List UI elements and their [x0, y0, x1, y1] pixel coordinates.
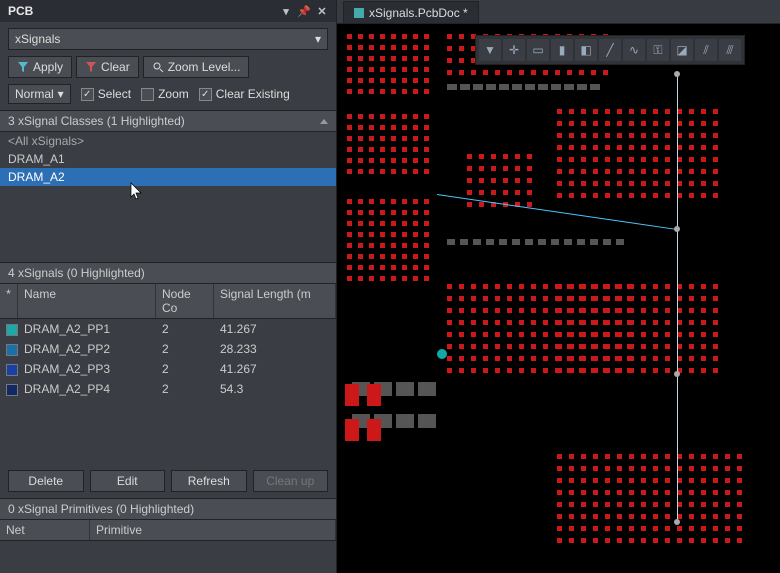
edit-button[interactable]: Edit [90, 470, 166, 492]
pcb-icon [354, 8, 364, 18]
chevron-down-icon: ▾ [315, 32, 321, 46]
collapse-icon[interactable] [320, 119, 328, 124]
signals-columns: * Name Node Co Signal Length (m [0, 284, 336, 319]
filter-icon[interactable]: ▼ [479, 39, 501, 61]
crosshair-icon[interactable]: ✛ [503, 39, 525, 61]
signal-row[interactable]: DRAM_A2_PP2228.233 [0, 339, 336, 359]
classes-header: 3 xSignal Classes (1 Highlighted) [0, 110, 336, 132]
chart1-icon[interactable]: ⫽ [695, 39, 717, 61]
panel-title: PCB [8, 4, 33, 18]
signal-row[interactable]: DRAM_A2_PP3241.267 [0, 359, 336, 379]
pcb-toolbar: ▼✛▭▮◧╱∿⚿◪⫽⫻ [475, 35, 745, 65]
col-primitive[interactable]: Primitive [90, 520, 336, 540]
select-rect-icon[interactable]: ▭ [527, 39, 549, 61]
class-item[interactable]: <All xSignals> [0, 132, 336, 150]
class-item[interactable]: DRAM_A1 [0, 150, 336, 168]
col-net[interactable]: Net [0, 520, 90, 540]
zoom-checkbox[interactable]: Zoom [141, 87, 189, 101]
key-icon[interactable]: ⚿ [647, 39, 669, 61]
clear-button[interactable]: Clear [76, 56, 139, 78]
magnifier-icon [152, 61, 164, 73]
signals-grid: DRAM_A2_PP1241.267DRAM_A2_PP2228.233DRAM… [0, 319, 336, 464]
class-item[interactable]: DRAM_A2 [0, 168, 336, 186]
panel-header: PCB ▾ 📌 ✕ [0, 0, 336, 22]
chevron-down-icon: ▾ [58, 87, 64, 101]
window-icon[interactable]: ◪ [671, 39, 693, 61]
pin-icon[interactable]: 📌 [298, 5, 310, 17]
col-node[interactable]: Node Co [156, 284, 214, 318]
col-length[interactable]: Signal Length (m [214, 284, 336, 318]
primitives-columns: Net Primitive [0, 520, 336, 541]
chart2-icon[interactable]: ⫻ [719, 39, 741, 61]
document-tabs: xSignals.PcbDoc * [337, 0, 780, 24]
route-icon[interactable]: ╱ [599, 39, 621, 61]
mode-select[interactable]: Normal ▾ [8, 84, 71, 104]
primitives-header: 0 xSignal Primitives (0 Highlighted) [0, 498, 336, 520]
funnel-clear-icon [85, 61, 97, 73]
apply-button[interactable]: Apply [8, 56, 72, 78]
primitives-list [0, 541, 336, 573]
wave-icon[interactable]: ∿ [623, 39, 645, 61]
classes-list: <All xSignals>DRAM_A1DRAM_A2 [0, 132, 336, 262]
signals-header: 4 xSignals (0 Highlighted) [0, 262, 336, 284]
signal-row[interactable]: DRAM_A2_PP4254.3 [0, 379, 336, 399]
category-dropdown[interactable]: xSignals ▾ [8, 28, 328, 50]
zoom-level-button[interactable]: Zoom Level... [143, 56, 250, 78]
refresh-button[interactable]: Refresh [171, 470, 247, 492]
select-checkbox[interactable]: Select [81, 87, 131, 101]
col-star[interactable]: * [0, 284, 18, 318]
col-name[interactable]: Name [18, 284, 156, 318]
delete-button[interactable]: Delete [8, 470, 84, 492]
bars-icon[interactable]: ▮ [551, 39, 573, 61]
clear-existing-checkbox[interactable]: Clear Existing [199, 87, 290, 101]
cleanup-button: Clean up [253, 470, 329, 492]
close-icon[interactable]: ✕ [316, 5, 328, 17]
funnel-icon [17, 61, 29, 73]
pcb-canvas[interactable] [337, 24, 780, 573]
chip-icon[interactable]: ◧ [575, 39, 597, 61]
tab-pcbdoc[interactable]: xSignals.PcbDoc * [343, 1, 479, 23]
dropdown-icon[interactable]: ▾ [280, 5, 292, 17]
signal-row[interactable]: DRAM_A2_PP1241.267 [0, 319, 336, 339]
